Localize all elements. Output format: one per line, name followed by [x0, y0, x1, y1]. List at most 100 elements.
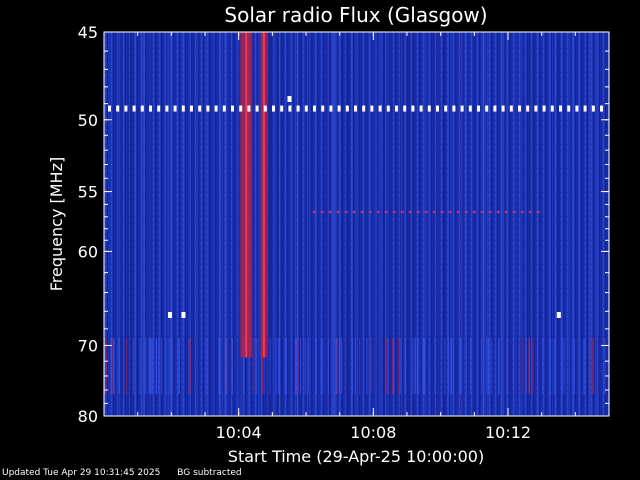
band-streak [225, 338, 227, 394]
dotted-line-segment [472, 210, 476, 213]
noise-streak [221, 32, 223, 416]
dotted-line-segment [344, 210, 348, 213]
noise-streak [329, 32, 331, 416]
band-streak [232, 338, 233, 394]
band-streak [589, 338, 591, 394]
band-streak [591, 338, 593, 394]
band-streak [226, 338, 228, 394]
interference-dot [542, 105, 546, 112]
band-streak [522, 338, 524, 394]
noise-streak [484, 32, 486, 416]
band-streak [139, 338, 141, 394]
noise-streak [187, 32, 189, 416]
x-tick-label: 10:08 [350, 423, 396, 442]
noise-streak [537, 32, 539, 416]
dotted-line-segment [352, 210, 356, 213]
noise-streak [108, 32, 110, 416]
interference-dot [206, 105, 210, 112]
interference-dot [116, 105, 120, 112]
noise-streak [272, 32, 274, 416]
chart-title: Solar radio Flux (Glasgow) [224, 3, 487, 27]
interference-dot [468, 105, 472, 112]
dotted-line-segment [496, 210, 500, 213]
noise-streak [136, 32, 138, 416]
noise-streak [433, 32, 435, 416]
band-streak [111, 338, 113, 394]
noise-streak [501, 32, 503, 416]
band-streak [285, 338, 287, 394]
interference-dot [403, 105, 407, 112]
interference-dot [427, 105, 431, 112]
dotted-line-segment [312, 210, 316, 213]
interference-marker [556, 312, 561, 318]
noise-streak [379, 32, 381, 416]
band-streak [561, 338, 563, 394]
band-streak [400, 338, 402, 394]
band-streak [448, 338, 450, 394]
band-streak [398, 338, 400, 394]
interference-dot [501, 105, 505, 112]
band-streak [165, 338, 167, 394]
band-streak [322, 338, 324, 394]
radio-burst-core [262, 32, 265, 358]
dotted-line-segment [336, 210, 340, 213]
band-streak [158, 338, 160, 394]
interference-dot [534, 105, 538, 112]
band-streak [542, 338, 544, 394]
band-streak [391, 338, 393, 394]
interference-dot [247, 105, 251, 112]
interference-dot [321, 105, 325, 112]
band-streak [366, 338, 368, 394]
band-streak [295, 338, 296, 394]
band-streak [307, 338, 309, 394]
noise-streak [345, 32, 347, 416]
noise-streak [237, 32, 239, 416]
dotted-line-segment [536, 210, 540, 213]
band-streak [338, 338, 340, 394]
interference-dot [190, 105, 193, 112]
band-streak [219, 338, 221, 394]
interference-dot [165, 105, 169, 112]
noise-streak [121, 32, 123, 416]
interference-dot [132, 105, 136, 112]
interference-dot [386, 105, 390, 112]
band-streak [105, 338, 107, 394]
interference-marker [181, 312, 186, 318]
interference-dot [559, 105, 562, 112]
interference-dot [140, 105, 144, 112]
noise-streak [129, 32, 131, 416]
noise-streak [134, 32, 136, 416]
noise-streak [406, 32, 408, 416]
y-tick-label: 55 [78, 183, 98, 202]
interference-dot [124, 105, 128, 112]
interference-dot [304, 105, 308, 112]
band-streak [416, 338, 418, 394]
noise-streak [385, 32, 386, 416]
noise-streak [267, 32, 269, 416]
band-streak [386, 338, 388, 394]
dotted-line-segment [464, 210, 468, 213]
noise-streak [503, 32, 504, 416]
interference-dot [550, 105, 554, 112]
noise-streak [384, 32, 385, 416]
interference-dot [460, 105, 464, 112]
noise-streak [555, 32, 557, 416]
dotted-line-segment [504, 210, 508, 213]
interference-dot [395, 105, 398, 112]
noise-streak [509, 32, 511, 416]
dotted-line-segment [328, 210, 332, 213]
band-streak [583, 338, 585, 394]
y-tick-label: 80 [78, 407, 98, 426]
interference-dot [198, 105, 202, 112]
interference-dot [493, 105, 497, 112]
interference-dot [157, 105, 161, 112]
noise-streak [357, 32, 359, 416]
dotted-line-segment [448, 210, 452, 213]
interference-dot [509, 105, 513, 112]
noise-streak [438, 32, 440, 416]
interference-dot [575, 105, 579, 112]
interference-dot [600, 105, 603, 112]
interference-dot [485, 105, 489, 112]
interference-dot [214, 105, 218, 112]
band-streak [275, 338, 277, 394]
